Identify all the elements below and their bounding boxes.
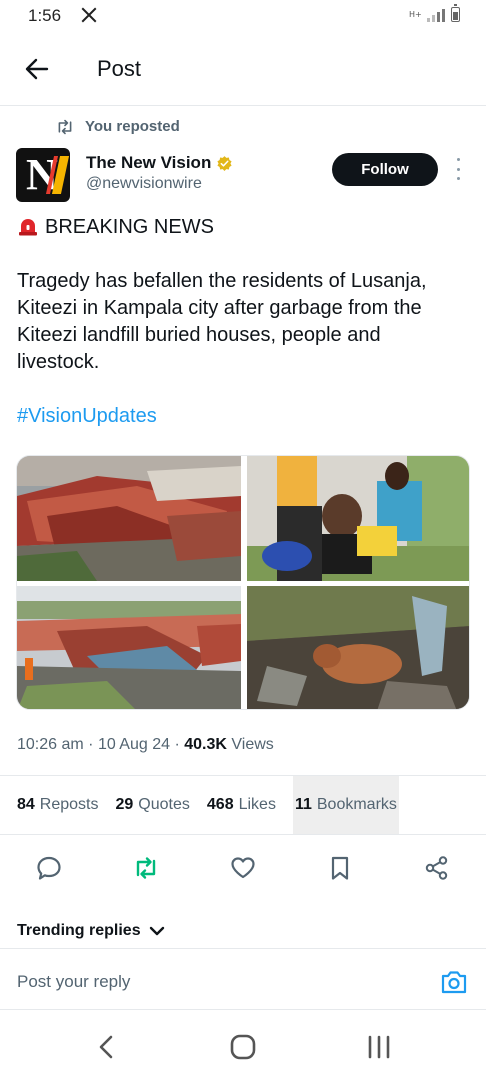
repost-text: You reposted [85, 118, 180, 135]
divider [0, 834, 486, 835]
tweet-headline-line: BREAKING NEWS [17, 214, 467, 241]
trending-replies-label: Trending replies [17, 922, 141, 939]
nav-recents-icon[interactable] [364, 1032, 394, 1062]
repost-indicator: You reposted [55, 118, 180, 135]
media-photo-3[interactable] [17, 586, 241, 709]
engagement-stats: 84 Reposts 29 Quotes 468 Likes 11 Bookmarks [17, 776, 399, 834]
media-photo-1[interactable] [17, 456, 241, 581]
like-icon[interactable] [229, 854, 257, 882]
share-icon[interactable] [423, 854, 451, 882]
repost-action-icon[interactable] [132, 854, 160, 882]
status-bar: 1:56 H+ [0, 0, 486, 34]
tweet-meta: 10:26 am · 10 Aug 24 · 40.3K Views [17, 736, 274, 753]
author-name[interactable]: The New Vision [86, 153, 211, 173]
status-time: 1:56 [28, 6, 62, 25]
back-arrow-icon[interactable] [22, 54, 52, 84]
stat-quotes[interactable]: 29 Quotes [116, 776, 207, 834]
repost-icon [58, 119, 72, 134]
verified-badge-icon [217, 155, 232, 171]
author-name-row[interactable]: The New Vision [86, 153, 233, 173]
avatar[interactable]: N [16, 148, 70, 202]
x-logo-icon [81, 7, 97, 23]
battery-icon [451, 4, 460, 22]
media-grid [16, 455, 470, 710]
action-bar [0, 840, 486, 896]
status-indicators: H+ [409, 4, 460, 22]
signal-icon [427, 8, 445, 22]
siren-icon [19, 219, 37, 236]
more-options-icon[interactable] [451, 158, 465, 180]
bookmark-icon[interactable] [326, 854, 354, 882]
page-title: Post [97, 56, 142, 81]
system-nav-bar [0, 1012, 486, 1080]
author-handle[interactable]: @newvisionwire [86, 175, 202, 193]
views-label: Views [231, 736, 274, 753]
tweet-time: 10:26 am [17, 736, 84, 753]
chevron-down-icon [149, 926, 164, 936]
reply-composer[interactable]: Post your reply [0, 948, 486, 1010]
tweet-date: 10 Aug 24 [97, 736, 171, 753]
follow-button[interactable]: Follow [332, 153, 438, 186]
views-count: 40.3K [184, 736, 227, 753]
stat-reposts[interactable]: 84 Reposts [17, 776, 116, 834]
reply-input[interactable]: Post your reply [17, 972, 130, 992]
stat-bookmarks[interactable]: 11 Bookmarks [292, 776, 399, 834]
nav-home-icon[interactable] [228, 1032, 258, 1062]
camera-icon[interactable] [440, 969, 468, 995]
media-photo-4[interactable] [247, 586, 469, 709]
tweet-body: Tragedy has befallen the residents of Lu… [17, 270, 427, 373]
hashtag-link[interactable]: #VisionUpdates [17, 405, 157, 427]
tweet-headline: BREAKING NEWS [45, 216, 214, 238]
stat-likes[interactable]: 468 Likes [207, 776, 293, 834]
tweet-text: BREAKING NEWS Tragedy has befallen the r… [17, 214, 467, 457]
top-app-bar: Post [0, 34, 486, 106]
media-photo-2[interactable] [247, 456, 469, 581]
nav-back-icon[interactable] [92, 1032, 122, 1062]
network-type: H+ [409, 10, 422, 19]
trending-replies-toggle[interactable]: Trending replies [17, 922, 165, 940]
reply-icon[interactable] [35, 854, 63, 882]
